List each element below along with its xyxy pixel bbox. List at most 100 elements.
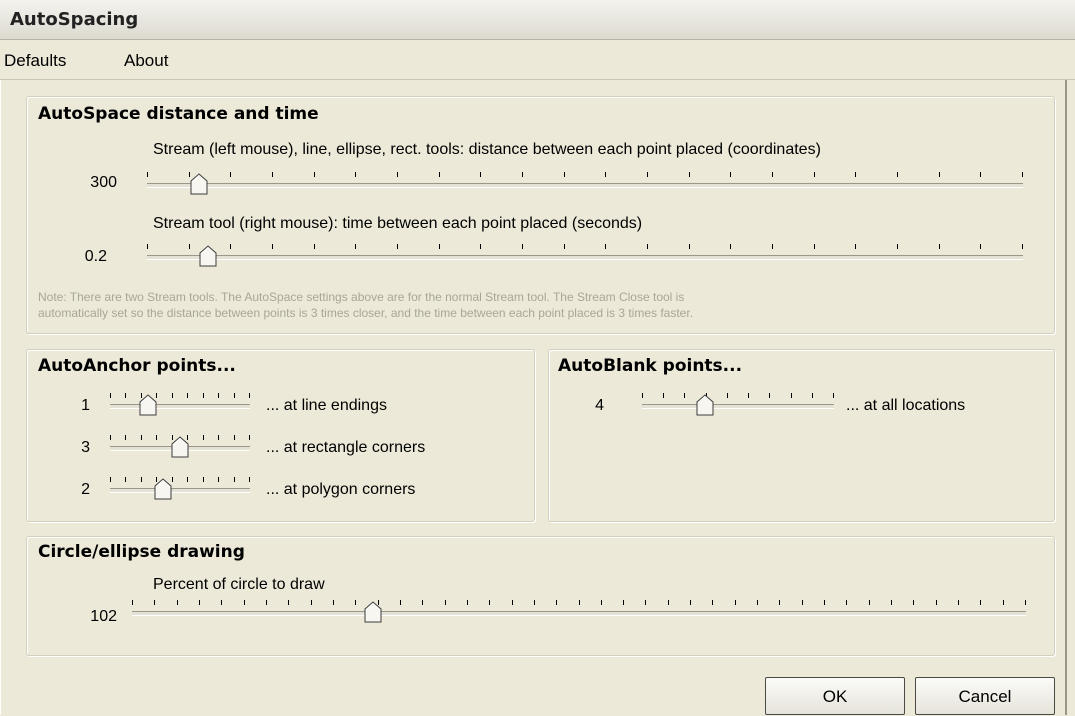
slider-tick [422,600,424,605]
circle-label: Percent of circle to draw [153,576,325,593]
slider-tick [272,172,273,177]
slider-tick [147,172,148,177]
slider-tick [868,600,870,605]
menu-about[interactable]: About [124,51,168,71]
slider-tick [397,172,398,177]
slider-tick [605,172,607,177]
slider-tick [202,393,204,398]
slider-tick [489,600,491,605]
slider-tick [891,600,893,605]
slider-tick [1022,244,1023,249]
time-value: 0.2 [84,248,107,265]
distance-slider[interactable] [147,172,1023,196]
slider-tick [757,600,759,605]
slider-tick [790,393,792,398]
slider-thumb[interactable] [696,394,714,416]
slider-tick [980,172,982,177]
slider-tick [833,393,834,398]
slider-tick [140,435,142,440]
slider-tick [187,393,189,398]
slider-tick [556,600,558,605]
slider-tick [249,393,250,398]
slider-tick [712,600,714,605]
slider-tick [176,600,178,605]
slider-tick [233,477,235,482]
slider-thumb[interactable] [190,173,208,195]
slider-tick [332,600,334,605]
slider-tick [958,600,960,605]
slider-track [642,404,834,409]
slider-tick [980,600,982,605]
slider-tick [171,393,173,398]
ok-button[interactable]: OK [765,677,905,715]
note-line-1: Note: There are two Stream tools. The Au… [38,290,685,304]
slider-tick [578,600,580,605]
anchor-rect-slider[interactable] [110,435,250,459]
slider-tick [623,600,625,605]
slider-thumb[interactable] [154,478,172,500]
blank-slider[interactable] [642,393,834,417]
anchor-line-label: ... at line endings [266,397,387,414]
menu-bar: Defaults About [0,40,1075,80]
slider-tick [748,393,750,398]
slider-tick [313,172,315,177]
slider-tick [140,477,142,482]
time-slider[interactable] [147,244,1023,268]
slider-tick [147,244,148,249]
slider-tick [221,600,223,605]
anchor-line-slider[interactable] [110,393,250,417]
blank-label: ... at all locations [846,397,966,414]
slider-tick [110,477,111,482]
slider-tick [522,244,523,249]
slider-thumb[interactable] [199,245,217,267]
slider-tick [811,393,813,398]
slider-tick [125,477,127,482]
slider-tick [938,244,940,249]
slider-tick [188,244,190,249]
slider-tick [110,393,111,398]
blank-value: 4 [595,397,604,414]
slider-tick [110,435,111,440]
slider-tick [233,393,235,398]
slider-tick [243,600,245,605]
slider-tick [355,244,357,249]
slider-tick [187,477,189,482]
slider-tick [438,172,440,177]
distance-value: 300 [90,174,117,191]
slider-tick [125,393,127,398]
slider-tick [438,244,440,249]
slider-tick [1002,600,1004,605]
cancel-button[interactable]: Cancel [915,677,1055,715]
slider-tick [642,393,643,398]
slider-tick [730,244,732,249]
slider-thumb[interactable] [364,601,382,623]
slider-tick [690,600,692,605]
title-bar: AutoSpacing [0,0,1075,40]
slider-tick [779,600,781,605]
slider-tick [647,244,648,249]
slider-tick [801,600,803,605]
slider-tick [855,244,857,249]
autoblank-title: AutoBlank points... [558,356,743,376]
menu-defaults[interactable]: Defaults [4,51,66,71]
anchor-poly-slider[interactable] [110,477,250,501]
slider-tick [913,600,915,605]
slider-tick [824,600,826,605]
slider-tick [563,172,565,177]
slider-tick [600,600,602,605]
slider-tick [1022,172,1023,177]
slider-thumb[interactable] [139,394,157,416]
anchor-rect-label: ... at rectangle corners [266,439,426,456]
slider-tick [154,600,156,605]
slider-tick [444,600,446,605]
anchor-rect-value: 3 [81,439,90,456]
circle-slider[interactable] [132,600,1026,624]
slider-thumb[interactable] [171,436,189,458]
slider-tick [313,244,315,249]
circle-title: Circle/ellipse drawing [38,542,245,562]
slider-tick [480,172,482,177]
slider-tick [218,393,220,398]
anchor-poly-label: ... at polygon corners [266,481,416,498]
slider-tick [897,172,898,177]
slider-tick [813,244,815,249]
